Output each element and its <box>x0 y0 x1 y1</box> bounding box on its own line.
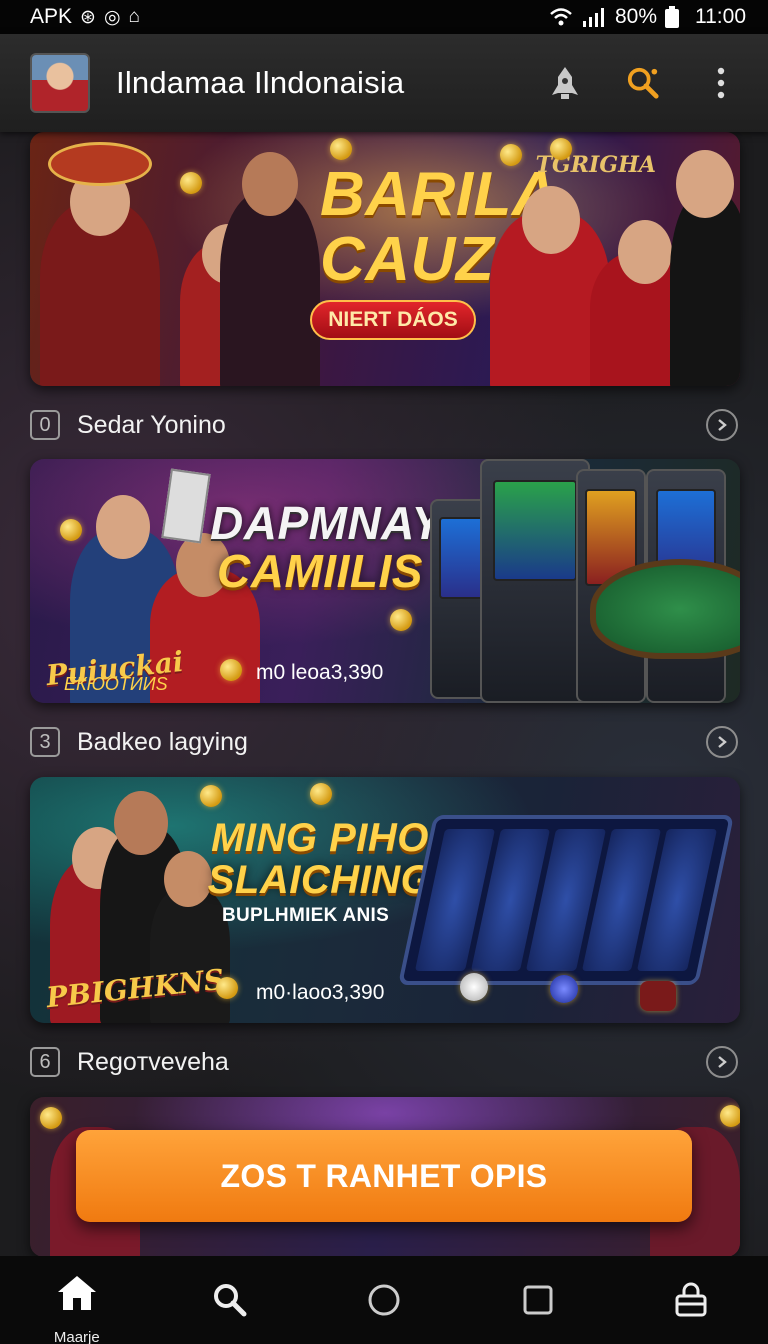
search-icon <box>214 1284 247 1317</box>
section-title: Regoтveveha <box>77 1047 229 1076</box>
banner-subtitle: BUPLHMIEK ANIS <box>222 905 390 926</box>
nav-home[interactable]: Maarje <box>27 1256 127 1344</box>
coin <box>550 138 572 160</box>
bag-icon <box>675 1282 707 1317</box>
nav-circle[interactable] <box>334 1256 434 1344</box>
battery-percent: 80% <box>614 5 657 28</box>
nav-home-label: Maarje <box>53 1329 100 1344</box>
man-head <box>242 152 298 216</box>
home-icon <box>57 1276 96 1310</box>
man-figure-2 <box>150 887 230 1023</box>
banner-cta-pill[interactable]: NIERT DÁOS <box>310 300 476 340</box>
slot-machine <box>480 459 590 703</box>
circle-icon <box>368 1284 400 1316</box>
section-number: 3 <box>30 727 60 757</box>
promo-banner-3[interactable]: MING PIHO SLAICHING BUPLHMIEK ANIS PBIGH… <box>30 777 740 1023</box>
signal-icon <box>582 8 604 27</box>
chevron-right-icon[interactable] <box>706 726 738 758</box>
section-header-3[interactable]: 6 Regoтveveha <box>30 1039 740 1085</box>
slot-reels <box>397 815 735 985</box>
home-notification-icon: ⌂ <box>128 6 141 27</box>
page-title: Ilndamaa Ilndonaisia <box>116 65 405 100</box>
section-number: 6 <box>30 1047 60 1077</box>
app-bar: Ilndamaa Ilndonaisia <box>0 34 768 132</box>
coin <box>500 144 522 166</box>
rocket-icon[interactable] <box>548 63 582 103</box>
wifi-icon <box>550 8 572 26</box>
coin <box>60 519 82 541</box>
hat-decoration <box>48 142 152 186</box>
coin <box>200 785 222 807</box>
bottom-nav: Maarje <box>0 1256 768 1344</box>
section-number: 0 <box>30 410 60 440</box>
banner-title: DAPMNAY CAMIILIS <box>210 497 443 598</box>
woman-head <box>96 495 150 559</box>
section-header-2[interactable]: 3 Badkeo lagying <box>30 719 740 765</box>
search-icon[interactable] <box>626 63 660 103</box>
clock: 11:00 <box>695 5 746 28</box>
coin <box>720 1105 740 1127</box>
square-icon <box>523 1285 553 1315</box>
battery-icon <box>665 6 679 28</box>
chevron-right-icon[interactable] <box>706 1046 738 1078</box>
promo-banner-1[interactable]: BARILA CAUZS NIERT DÁOS TGRIGHA <box>30 132 740 386</box>
woman-head-2 <box>618 220 672 284</box>
banner-brand-sub: ЕКЮОТИИЅ <box>64 674 168 694</box>
sync-icon: ◎ <box>103 6 121 28</box>
poker-chip <box>460 973 488 1001</box>
section-header-1[interactable]: 0 Sedar Yonino <box>30 402 740 448</box>
nav-search[interactable] <box>180 1256 280 1344</box>
app-notification-icon: ⊛ <box>80 6 96 28</box>
man-figure <box>220 192 320 386</box>
section-title: Badkeo lagying <box>77 727 248 756</box>
chevron-right-icon[interactable] <box>706 409 738 441</box>
man-head-2 <box>676 150 734 218</box>
promo-banner-2[interactable]: DAPMNAY CAMIILIS Puiuckai ЕКЮОТИИЅ m0 le… <box>30 459 740 703</box>
coin <box>330 138 352 160</box>
nav-recents[interactable] <box>488 1256 588 1344</box>
slot-button <box>640 981 676 1011</box>
avatar[interactable] <box>30 53 90 113</box>
status-left-text: APK <box>30 5 73 28</box>
nav-bag[interactable] <box>641 1256 741 1344</box>
more-vert-icon[interactable] <box>704 63 738 103</box>
coin <box>310 783 332 805</box>
man-head <box>114 791 168 855</box>
poker-chip <box>550 975 578 1003</box>
primary-cta-button[interactable]: ZOS T RANHET OPIS <box>76 1130 692 1222</box>
woman-head-1 <box>522 186 580 254</box>
coin <box>216 977 238 999</box>
player-count: m0 leoa3,390 <box>256 661 384 684</box>
coin <box>40 1107 62 1129</box>
status-bar: APK ⊛ ◎ ⌂ 80% 11:00 <box>0 0 768 34</box>
coin <box>220 659 242 681</box>
coin <box>390 609 412 631</box>
man-figure-2 <box>670 192 740 386</box>
banner-title: MING PIHO SLAICHING <box>207 816 433 902</box>
content-feed[interactable]: BARILA CAUZS NIERT DÁOS TGRIGHA 0 Sedar … <box>0 132 768 1256</box>
coin <box>180 172 202 194</box>
player-count: m0·laoo3,390 <box>256 981 385 1004</box>
section-title: Sedar Yonino <box>77 410 226 439</box>
